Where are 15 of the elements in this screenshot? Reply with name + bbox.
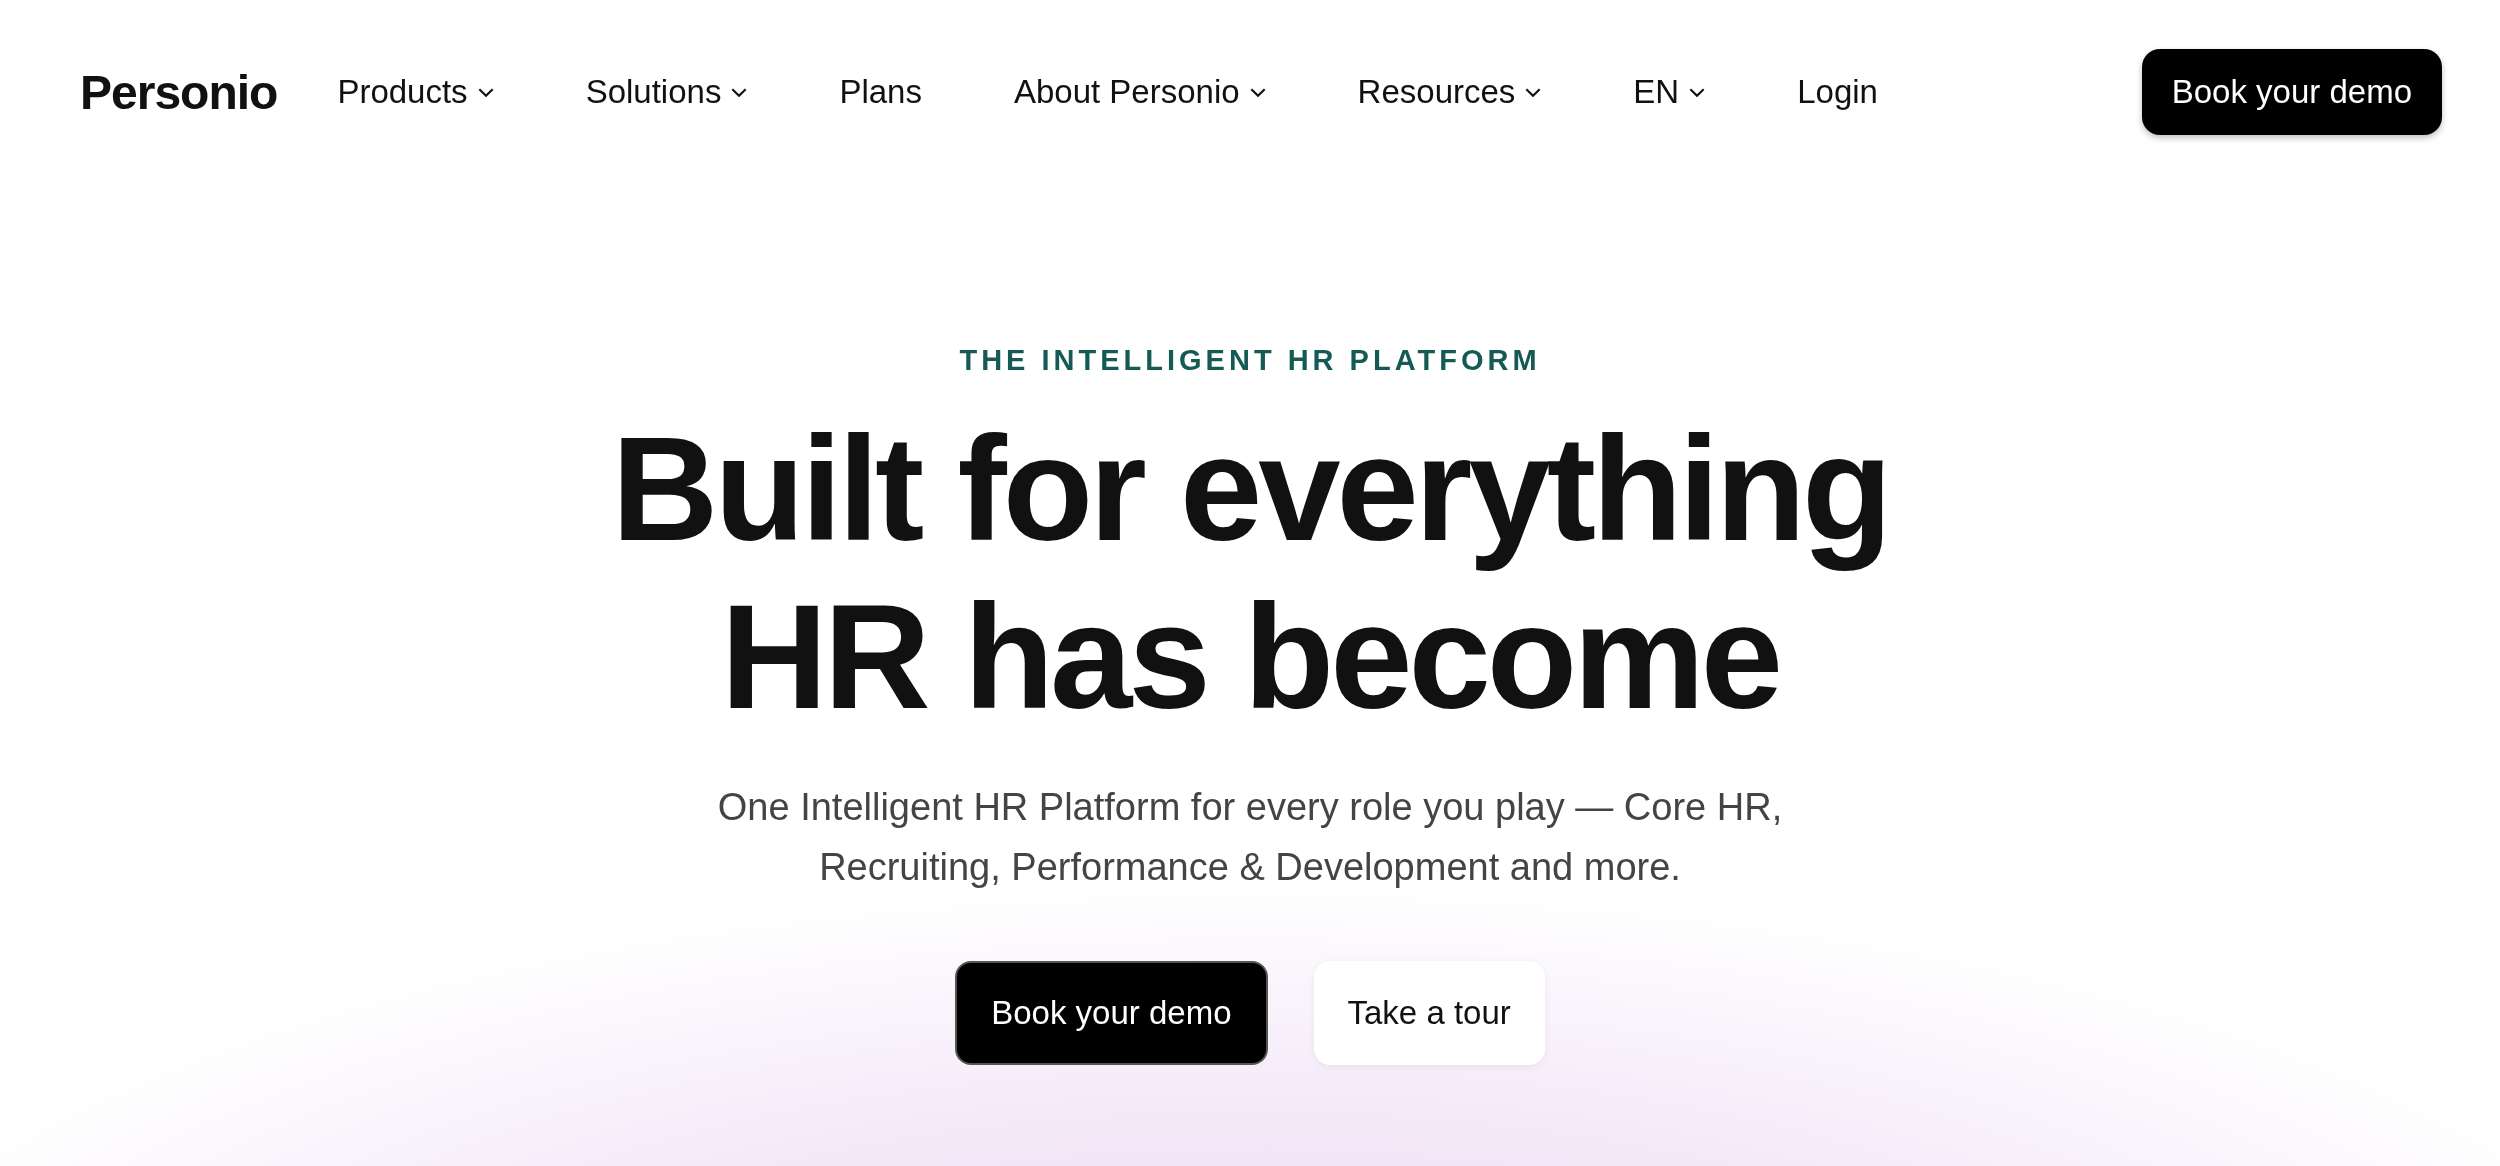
nav-link[interactable]: Plans [839, 73, 922, 111]
logo[interactable]: Personio [80, 64, 278, 120]
nav-dropdown[interactable]: EN [1633, 73, 1706, 111]
book-demo-button[interactable]: Book your demo [955, 961, 1268, 1065]
nav-dropdown[interactable]: About Personio [1013, 73, 1266, 111]
take-tour-button[interactable]: Take a tour [1313, 961, 1545, 1065]
eyebrow-text: THE INTELLIGENT HR PLATFORM [959, 344, 1541, 377]
nav-dropdown[interactable]: Products [337, 73, 494, 111]
nav-dropdown[interactable]: Solutions [585, 73, 748, 111]
hero-heading: Built for everything [611, 405, 1889, 573]
nav-link[interactable]: Login [1797, 73, 1878, 111]
nav-dropdown[interactable]: Resources [1357, 73, 1542, 111]
hero-subtitle: One Intelligent HR Platform for every role you play — Core HR, Recruiting, Performance & Development and more. [716, 785, 1784, 890]
book-demo-button[interactable]: Book your demo [2141, 49, 2442, 135]
hero-heading: HR has become [719, 573, 1781, 741]
